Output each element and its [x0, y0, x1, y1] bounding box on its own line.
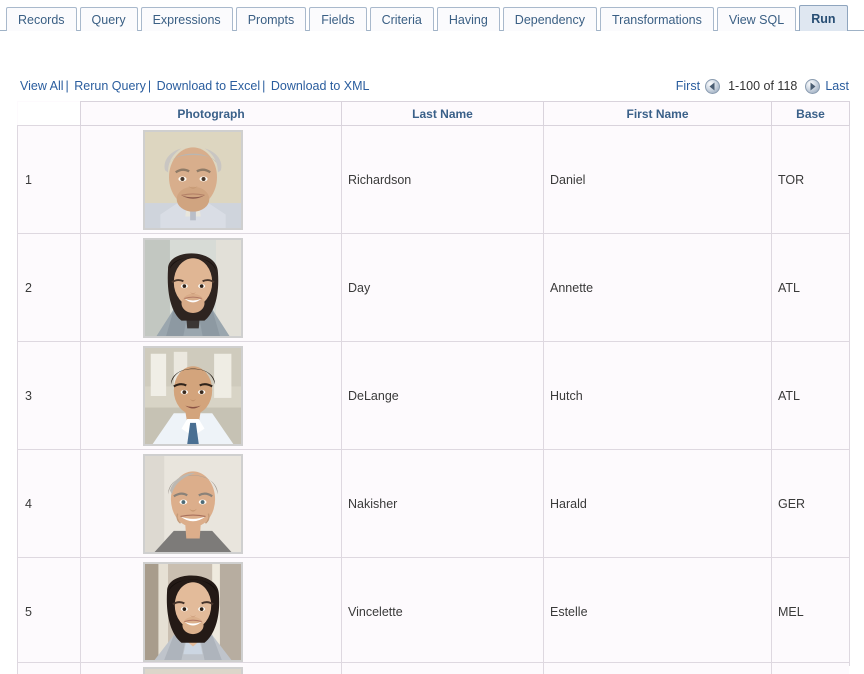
base-cell [771, 662, 849, 674]
photo-estelle-vincelette [145, 563, 241, 660]
first-name-cell: Hutch [543, 341, 772, 450]
first-name-cell [543, 662, 772, 674]
results-grid-container: Photograph Last Name First Name Base 1 R… [17, 101, 850, 666]
row-number-cell: 6 [17, 662, 81, 674]
download-to-xml-link[interactable]: Download to XML [271, 79, 370, 93]
tab-transformations[interactable]: Transformations [600, 7, 714, 31]
photograph-cell [80, 662, 342, 674]
employee-photo-thumbnail[interactable] [143, 237, 243, 338]
tab-having[interactable]: Having [436, 7, 500, 31]
photograph-cell [80, 341, 342, 450]
results-table-overflow: 6 [17, 662, 849, 674]
first-name-cell: Annette [543, 233, 772, 342]
table-header-row: Photograph Last Name First Name Base [17, 101, 850, 126]
table-row: 6 [17, 662, 849, 674]
base-cell: ATL [771, 233, 850, 342]
column-header-last-name[interactable]: Last Name [341, 101, 544, 126]
link-separator-2: | [147, 79, 152, 93]
table-row: 4 Nakisher Harald GER [17, 449, 850, 558]
last-name-cell: Day [341, 233, 544, 342]
photograph-cell [80, 557, 342, 666]
last-name-cell [341, 662, 544, 674]
employee-photo-thumbnail[interactable] [143, 453, 243, 554]
tab-dependency[interactable]: Dependency [502, 7, 597, 31]
table-row: 2 Day Annette ATL [17, 233, 850, 342]
last-name-cell: Nakisher [341, 449, 544, 558]
next-arrow-icon[interactable] [805, 78, 821, 94]
table-row: 5 Vincelette Estelle MEL [17, 557, 850, 666]
photo-hutch-delange [145, 347, 241, 444]
first-name-cell: Harald [543, 449, 772, 558]
column-header-first-name[interactable]: First Name [543, 101, 772, 126]
base-cell: GER [771, 449, 850, 558]
previous-arrow-icon[interactable] [705, 78, 721, 94]
employee-photo-thumbnail[interactable] [143, 561, 243, 662]
column-header-photograph[interactable]: Photograph [80, 101, 342, 126]
photograph-cell [80, 125, 342, 234]
photograph-cell [80, 449, 342, 558]
base-cell: ATL [771, 341, 850, 450]
results-table: Photograph Last Name First Name Base 1 R… [17, 101, 850, 666]
tab-prompts[interactable]: Prompts [235, 7, 307, 31]
photo-annette-day [145, 239, 241, 336]
tab-query[interactable]: Query [79, 7, 138, 31]
table-row: 1 Richardson Daniel TOR [17, 125, 850, 234]
row-number-cell: 2 [17, 233, 81, 342]
column-header-rownum [17, 101, 81, 126]
tab-criteria[interactable]: Criteria [369, 7, 434, 31]
last-name-cell: Richardson [341, 125, 544, 234]
first-name-cell: Daniel [543, 125, 772, 234]
row-number-cell: 5 [17, 557, 81, 666]
row-number-cell: 3 [17, 341, 81, 450]
tab-fields[interactable]: Fields [309, 7, 367, 31]
photo-harald-nakisher [145, 455, 241, 552]
row-number-cell: 1 [17, 125, 81, 234]
last-name-cell: DeLange [341, 341, 544, 450]
column-header-base[interactable]: Base [771, 101, 850, 126]
first-page-link[interactable]: First [676, 79, 700, 93]
employee-photo-thumbnail[interactable] [143, 666, 243, 674]
results-table-body: 1 Richardson Daniel TOR 2 Day Annette AT… [17, 125, 850, 666]
rerun-query-link[interactable]: Rerun Query [74, 79, 146, 93]
download-to-excel-link[interactable]: Download to Excel [157, 79, 261, 93]
tab-expressions[interactable]: Expressions [140, 7, 233, 31]
tab-records[interactable]: Records [6, 7, 77, 31]
link-separator-1: | [65, 79, 69, 93]
base-cell: TOR [771, 125, 850, 234]
table-row: 3 DeLange Hutch ATL [17, 341, 850, 450]
page-range-label: 1-100 of 118 [728, 79, 798, 93]
results-toolbar: View All | Rerun Query | Download to Excel… [0, 75, 864, 97]
first-name-cell: Estelle [543, 557, 772, 666]
photo-daniel-richardson [145, 131, 241, 228]
action-links: View All | Rerun Query | Download to Excel… [20, 79, 370, 93]
partial-next-row: 6 [17, 662, 849, 674]
photo-row-six-partial [145, 668, 241, 674]
row-number-cell: 4 [17, 449, 81, 558]
view-all-link[interactable]: View All [20, 79, 64, 93]
tab-run[interactable]: Run [799, 5, 848, 31]
base-cell: MEL [771, 557, 850, 666]
employee-photo-thumbnail[interactable] [143, 345, 243, 446]
tab-strip: Records Query Expressions Prompts Fields… [0, 0, 864, 31]
photograph-cell [80, 233, 342, 342]
pagination-controls: First 1-100 of 118 Last [676, 78, 849, 94]
last-name-cell: Vincelette [341, 557, 544, 666]
tab-view-sql[interactable]: View SQL [716, 7, 797, 31]
last-page-link[interactable]: Last [825, 79, 849, 93]
employee-photo-thumbnail[interactable] [143, 129, 243, 230]
link-separator-3: | [262, 79, 266, 93]
